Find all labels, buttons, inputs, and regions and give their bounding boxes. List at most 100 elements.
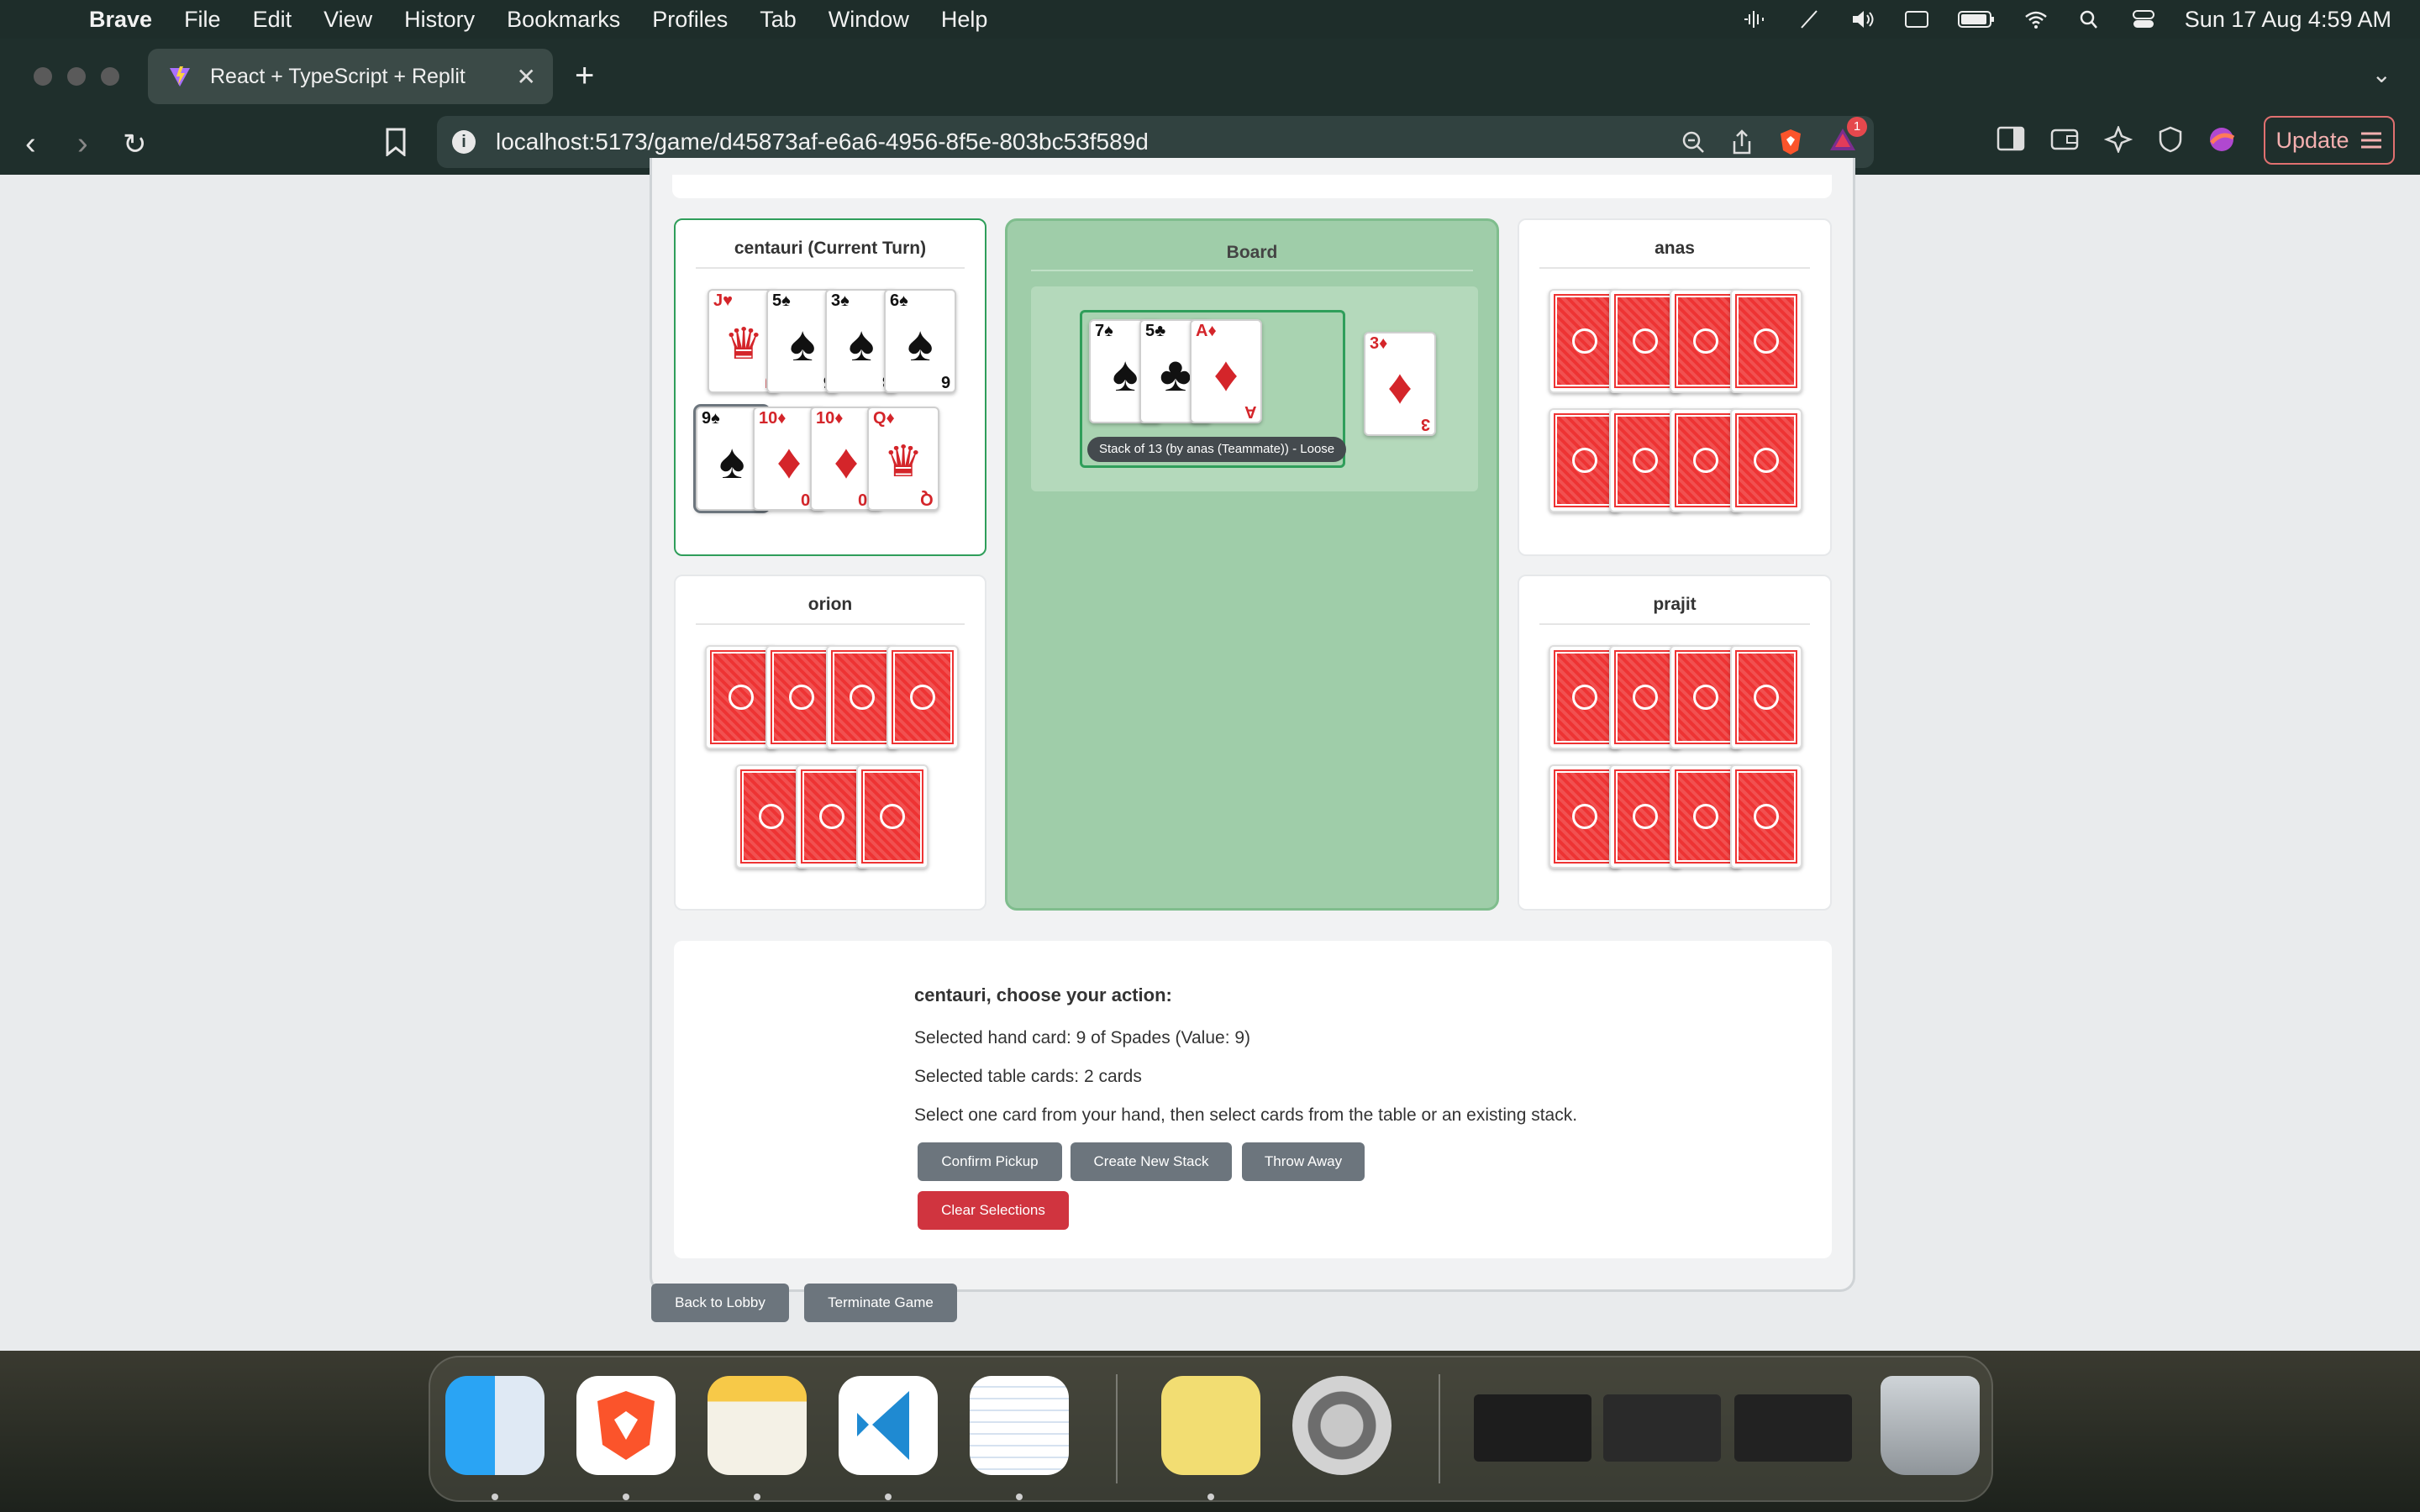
card-back-medallion bbox=[729, 685, 754, 710]
menu-history[interactable]: History bbox=[404, 7, 475, 33]
vscode-icon[interactable] bbox=[839, 1376, 938, 1475]
playing-card[interactable]: Q♦ ♛ Q bbox=[867, 407, 939, 511]
stack-label: Stack of 13 (by anas (Teammate)) - Loose bbox=[1087, 437, 1347, 462]
minimized-window-thumbnail[interactable] bbox=[1603, 1394, 1721, 1462]
panel-divider bbox=[696, 623, 965, 625]
playing-card[interactable]: A♦ ♦ A bbox=[1190, 319, 1262, 423]
card-suit-icon: ♛ bbox=[883, 438, 923, 486]
share-icon[interactable] bbox=[1731, 129, 1753, 155]
spotlight-search-icon[interactable] bbox=[2077, 9, 2102, 29]
card-back-medallion bbox=[1693, 448, 1718, 473]
zoom-window-button[interactable] bbox=[101, 67, 119, 86]
keyboard-input-icon[interactable] bbox=[1904, 9, 1929, 29]
macos-menubar: Brave File Edit View History Bookmarks P… bbox=[0, 0, 2420, 39]
player-name-anas: anas bbox=[1655, 239, 1695, 258]
menu-file[interactable]: File bbox=[184, 7, 221, 33]
menu-tab[interactable]: Tab bbox=[760, 7, 797, 33]
profile-avatar-icon[interactable] bbox=[2208, 126, 2235, 153]
playing-card[interactable]: 6♠ ♠ 6 bbox=[884, 289, 956, 393]
forward-arrow-icon[interactable]: › bbox=[77, 126, 88, 162]
url-text[interactable]: localhost:5173/game/d45873af-e6a6-4956-8… bbox=[496, 129, 1149, 155]
action-heading: centauri, choose your action: bbox=[914, 984, 1172, 1005]
throw-away-button[interactable]: Throw Away bbox=[1242, 1142, 1365, 1181]
new-tab-icon[interactable]: + bbox=[575, 57, 594, 95]
selected-table-text: Selected table cards: 2 cards bbox=[914, 1067, 1142, 1086]
zoom-out-icon[interactable] bbox=[1681, 129, 1706, 155]
system-settings-icon[interactable] bbox=[1292, 1376, 1392, 1475]
player-name-current: centauri (Current Turn) bbox=[734, 239, 927, 258]
control-center-icon[interactable] bbox=[2131, 9, 2156, 29]
card-back-pattern bbox=[1735, 650, 1797, 744]
minimized-window-thumbnail[interactable] bbox=[1474, 1394, 1591, 1462]
game-board: Board 7♠♠75♣♣5A♦♦A Stack of 13 (by anas … bbox=[1005, 218, 1499, 911]
close-window-button[interactable] bbox=[34, 67, 52, 86]
volume-icon[interactable] bbox=[1850, 9, 1876, 29]
create-new-stack-button[interactable]: Create New Stack bbox=[1071, 1142, 1232, 1181]
trash-icon[interactable] bbox=[1881, 1376, 1980, 1475]
card-back-pattern bbox=[1554, 294, 1616, 388]
sidebar-icon[interactable] bbox=[1996, 126, 2025, 151]
battery-icon[interactable] bbox=[1957, 9, 1995, 29]
running-indicator bbox=[885, 1494, 892, 1500]
clear-selections-button[interactable]: Clear Selections bbox=[918, 1191, 1069, 1230]
confirm-pickup-button[interactable]: Confirm Pickup bbox=[918, 1142, 1062, 1181]
menu-view[interactable]: View bbox=[324, 7, 372, 33]
card-back-pattern bbox=[1735, 294, 1797, 388]
card-back-pattern bbox=[1675, 413, 1737, 507]
vpn-shield-icon[interactable] bbox=[2158, 126, 2183, 153]
menu-edit[interactable]: Edit bbox=[253, 7, 292, 33]
card-back-pattern bbox=[740, 769, 802, 864]
minimized-window-thumbnail[interactable] bbox=[1734, 1394, 1852, 1462]
brave-shields-icon[interactable] bbox=[1778, 128, 1803, 156]
player-name-prajit: prajit bbox=[1653, 595, 1697, 614]
minimize-window-button[interactable] bbox=[67, 67, 86, 86]
brave-browser-icon[interactable] bbox=[576, 1376, 676, 1475]
card-back-medallion bbox=[1633, 804, 1658, 829]
back-to-lobby-button[interactable]: Back to Lobby bbox=[651, 1284, 789, 1322]
browser-tab[interactable]: React + TypeScript + Replit ✕ bbox=[148, 49, 553, 104]
card-back-medallion bbox=[759, 804, 784, 829]
card-back-pattern bbox=[861, 769, 923, 864]
player-panel-anas: anas bbox=[1518, 218, 1832, 556]
menu-app-name[interactable]: Brave bbox=[89, 7, 152, 33]
card-back-medallion bbox=[1754, 685, 1779, 710]
menu-help[interactable]: Help bbox=[941, 7, 988, 33]
tab-close-icon[interactable]: ✕ bbox=[517, 63, 536, 91]
menu-bookmarks[interactable]: Bookmarks bbox=[507, 7, 620, 33]
notes-app-icon[interactable] bbox=[708, 1376, 807, 1475]
chevron-down-icon[interactable]: ⌄ bbox=[2372, 60, 2391, 88]
card-back-medallion bbox=[1754, 328, 1779, 354]
running-indicator bbox=[754, 1494, 760, 1500]
wallet-icon[interactable] bbox=[2050, 126, 2079, 151]
finder-icon[interactable] bbox=[445, 1376, 544, 1475]
leo-ai-icon[interactable] bbox=[2104, 126, 2133, 153]
playing-card[interactable]: 3♦ ♦ 3 bbox=[1364, 332, 1436, 436]
update-button[interactable]: Update bbox=[2264, 116, 2395, 165]
terminate-game-button[interactable]: Terminate Game bbox=[804, 1284, 957, 1322]
stickies-icon[interactable] bbox=[1161, 1376, 1260, 1475]
wifi-icon[interactable] bbox=[2023, 9, 2049, 29]
brave-rewards-icon[interactable]: 1 bbox=[1828, 116, 1867, 158]
audio-wave-icon[interactable] bbox=[1743, 9, 1768, 29]
card-back-pattern bbox=[1554, 769, 1616, 864]
reload-icon[interactable]: ↻ bbox=[123, 128, 147, 161]
bookmark-icon[interactable] bbox=[385, 128, 407, 156]
back-arrow-icon[interactable]: ‹ bbox=[25, 126, 36, 162]
card-back-medallion bbox=[880, 804, 905, 829]
vite-favicon-icon bbox=[170, 66, 190, 87]
card-back-medallion bbox=[910, 685, 935, 710]
site-info-icon[interactable]: i bbox=[452, 130, 476, 154]
card-back bbox=[1730, 289, 1802, 393]
pen-slash-icon[interactable] bbox=[1797, 9, 1822, 29]
menu-profiles[interactable]: Profiles bbox=[652, 7, 728, 33]
card-back-medallion bbox=[1754, 804, 1779, 829]
menubar-clock[interactable]: Sun 17 Aug 4:59 AM bbox=[2185, 7, 2391, 33]
card-back-pattern bbox=[831, 650, 893, 744]
textedit-icon[interactable] bbox=[970, 1376, 1069, 1475]
card-back-medallion bbox=[1693, 685, 1718, 710]
card-back-medallion bbox=[1633, 448, 1658, 473]
panel-divider bbox=[1539, 623, 1810, 625]
board-stack[interactable]: 7♠♠75♣♣5A♦♦A Stack of 13 (by anas (Teamm… bbox=[1080, 310, 1347, 468]
menu-window[interactable]: Window bbox=[829, 7, 909, 33]
card-back-medallion bbox=[789, 685, 814, 710]
